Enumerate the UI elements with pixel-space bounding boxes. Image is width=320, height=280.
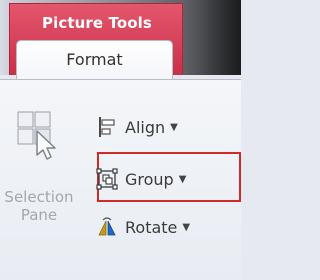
tab-format-label: Format (66, 50, 123, 69)
rotate-dropdown-icon[interactable]: ▼ (182, 222, 190, 233)
context-tab-label: Picture Tools (42, 14, 152, 32)
group-label: Group (125, 169, 174, 189)
selection-pane-icon (17, 111, 56, 160)
selection-pane-button[interactable]: Selection Pane (0, 103, 80, 263)
align-label: Align (125, 117, 166, 137)
tab-format[interactable]: Format (16, 40, 173, 80)
rotate-label: Rotate (125, 217, 178, 237)
group-button[interactable]: Group ▼ (95, 164, 235, 194)
selection-pane-label: Selection Pane (0, 188, 78, 224)
rotate-icon (98, 217, 116, 236)
selection-pane-label-line2: Pane (20, 206, 58, 224)
rotate-button[interactable]: Rotate ▼ (95, 212, 235, 242)
group-dropdown-icon[interactable]: ▼ (179, 174, 187, 185)
align-icon (99, 117, 115, 137)
selection-pane-label-line1: Selection (4, 188, 74, 206)
group-icon (96, 168, 118, 190)
align-dropdown-icon[interactable]: ▼ (170, 122, 178, 133)
title-bar-shadow (184, 0, 241, 75)
align-button[interactable]: Align ▼ (95, 112, 235, 142)
